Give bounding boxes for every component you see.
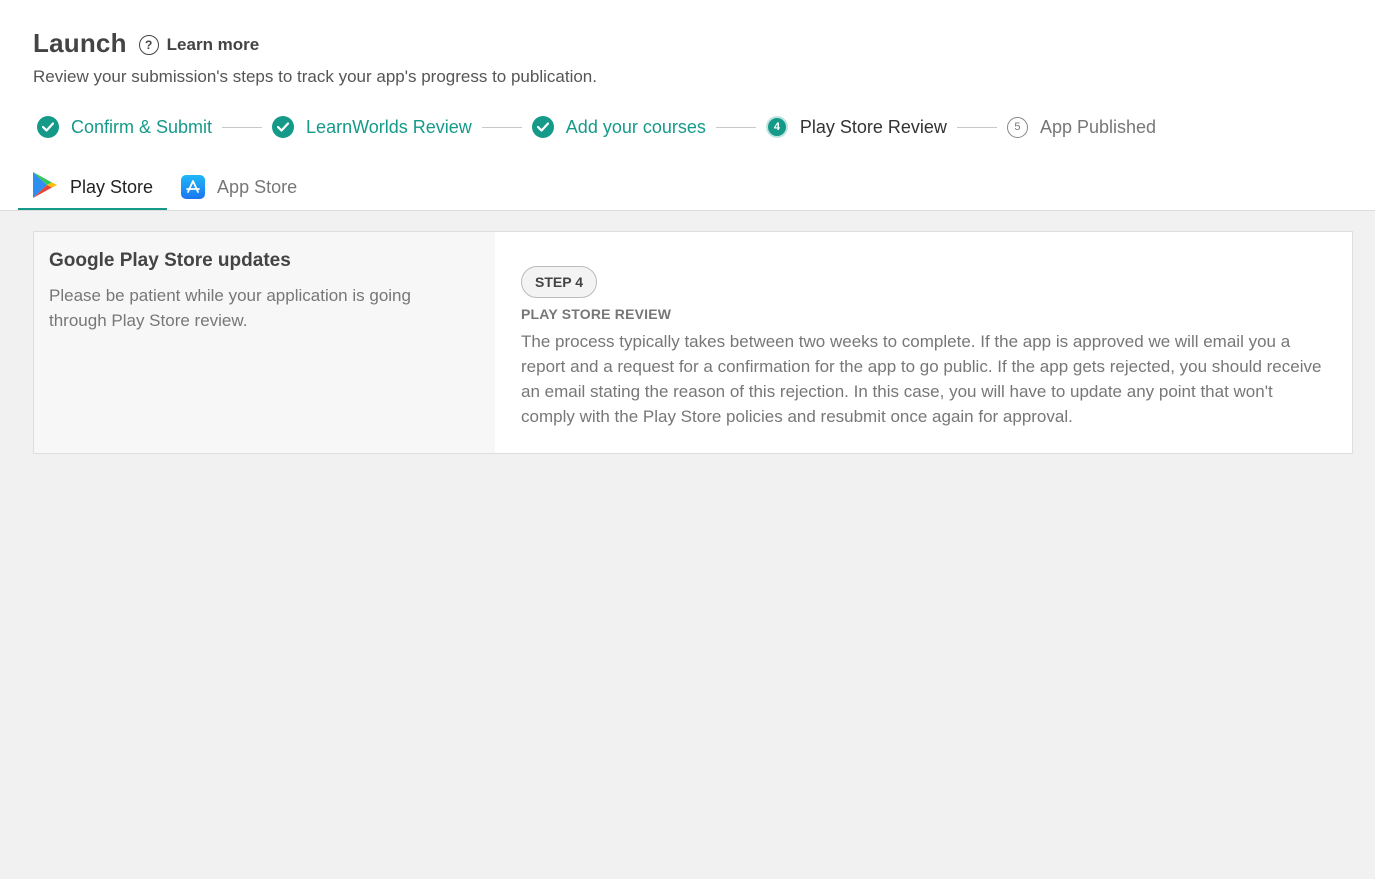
google-play-icon (32, 171, 58, 204)
step-confirm-submit: Confirm & Submit (37, 116, 212, 138)
store-tabs: Play Store App Store (18, 164, 311, 210)
title-row: Launch ? Learn more (33, 28, 259, 59)
step-learnworlds-review: LearnWorlds Review (272, 116, 472, 138)
page-title: Launch (33, 28, 127, 58)
check-circle-icon (531, 116, 554, 138)
step-label: App Published (1039, 116, 1157, 137)
step-number-badge: 5 (1006, 116, 1028, 138)
tab-label: App Store (217, 176, 298, 197)
step-number-badge: 4 (765, 116, 788, 138)
step-connector (481, 126, 522, 128)
review-description: The process typically takes between two … (521, 332, 1322, 426)
step-label: LearnWorlds Review (306, 116, 472, 137)
card-info-panel: Google Play Store updates Please be pati… (34, 232, 495, 453)
check-circle-icon (272, 116, 295, 138)
step-badge: STEP 4 (521, 266, 597, 298)
app-store-icon (181, 175, 206, 199)
learn-more-label: Learn more (166, 34, 260, 54)
progress-stepper: Confirm & Submit LearnWorlds Review Add … (37, 114, 1156, 140)
review-title: PLAY STORE REVIEW (521, 306, 672, 322)
page-header: Launch ? Learn more Review your submissi… (0, 0, 1375, 211)
status-card: Google Play Store updates Please be pati… (33, 231, 1353, 454)
card-description: Please be patient while your application… (49, 286, 411, 330)
step-connector (222, 126, 263, 128)
step-connector (956, 126, 997, 128)
question-circle-icon: ? (138, 34, 159, 55)
step-app-published: 5 App Published (1006, 116, 1157, 138)
tab-play-store[interactable]: Play Store (18, 164, 168, 210)
step-play-store-review: 4 Play Store Review (765, 116, 947, 138)
check-circle-icon (37, 116, 59, 138)
page-subtitle: Review your submission's steps to track … (33, 67, 597, 86)
tab-label: Play Store (70, 176, 154, 197)
step-label: Play Store Review (799, 116, 947, 137)
learn-more-link[interactable]: ? Learn more (138, 34, 260, 55)
step-connector (715, 126, 756, 128)
card-detail-panel: STEP 4 PLAY STORE REVIEW The process typ… (495, 232, 1352, 453)
step-label: Confirm & Submit (71, 116, 213, 137)
tab-app-store[interactable]: App Store (167, 164, 311, 210)
card-heading: Google Play Store updates (49, 250, 291, 271)
step-add-courses: Add your courses (531, 116, 706, 138)
step-label: Add your courses (565, 116, 706, 137)
